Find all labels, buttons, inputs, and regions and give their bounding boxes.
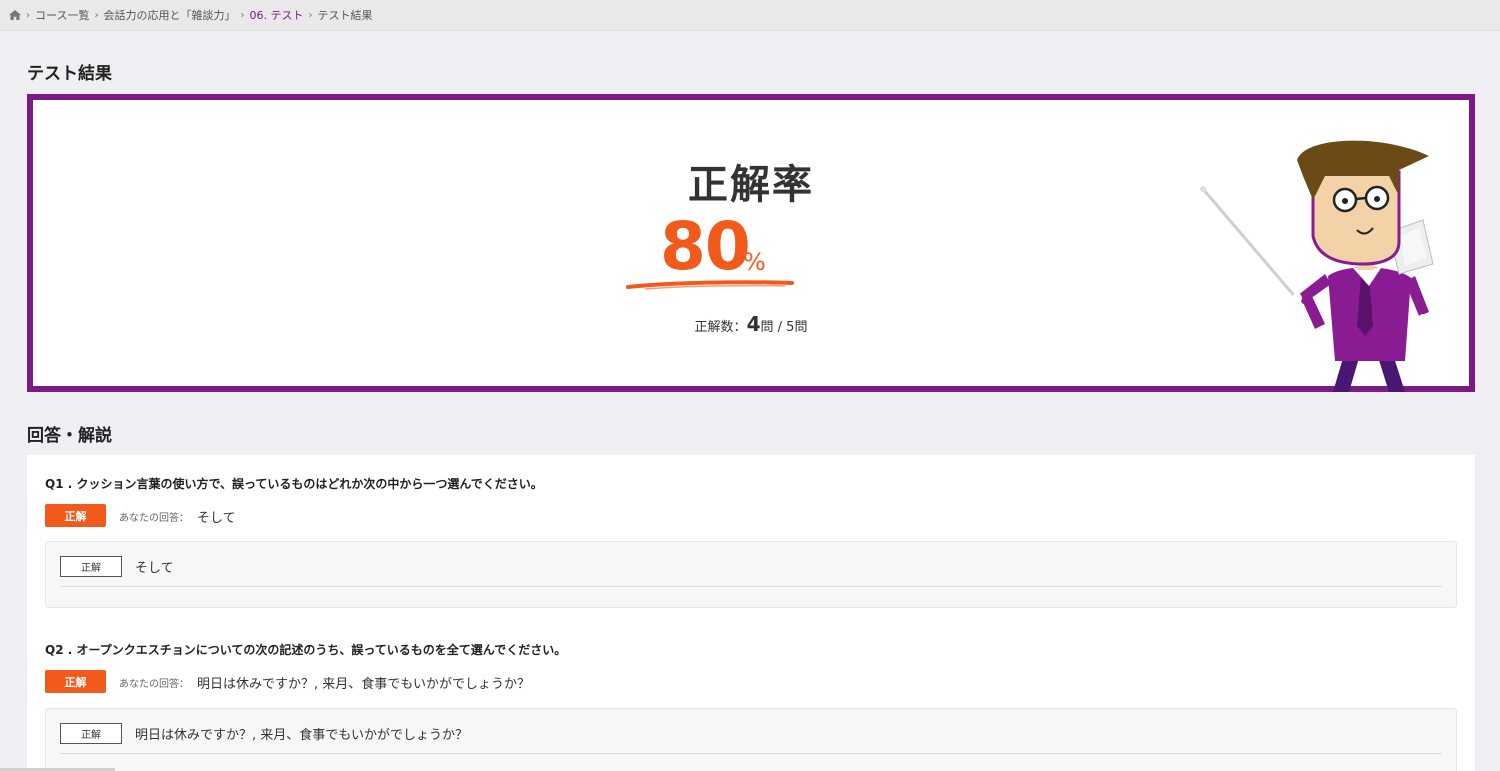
- breadcrumb: › コース一覧 › 会話力の応用と「雑談力」 › 06. テスト › テスト結果: [0, 0, 1500, 31]
- brush-underline: [626, 280, 794, 290]
- correct-badge: 正解: [45, 504, 106, 527]
- chevron-right-icon: ›: [240, 9, 245, 21]
- count-label: 正解数：: [694, 320, 747, 335]
- correct-number: 4: [746, 312, 761, 336]
- breadcrumb-test[interactable]: 06. テスト: [249, 7, 303, 23]
- correct-answer-tag: 正解: [60, 723, 122, 744]
- breadcrumb-course-list[interactable]: コース一覧: [35, 7, 89, 23]
- correct-answer-text: そして: [135, 561, 174, 576]
- question-text: Q1 . クッション言葉の使い方で、誤っているものはどれか次の中から一つ選んでく…: [45, 477, 543, 491]
- section-title: 回答・解説: [27, 426, 112, 446]
- home-icon[interactable]: [9, 10, 21, 20]
- correct-answer-tag: 正解: [60, 556, 122, 577]
- count-separator: /: [777, 320, 783, 335]
- answer-explanation-box: 正解 明日は休みですか？, 来月、食事でもいかがでしょうか？: [45, 708, 1457, 771]
- divider: [60, 586, 1442, 587]
- your-answer-value: 明日は休みですか？, 来月、食事でもいかがでしょうか？: [197, 677, 531, 692]
- teacher-illustration: [1200, 140, 1434, 392]
- correct-answer-text: 明日は休みですか？, 来月、食事でもいかがでしょうか？: [135, 728, 469, 743]
- result-summary-card: 正解率 80 % 正解数：4問 / 5問: [27, 94, 1475, 392]
- total-count: 5問: [786, 320, 808, 335]
- breadcrumb-course[interactable]: 会話力の応用と「雑談力」: [103, 7, 235, 23]
- chevron-right-icon: ›: [26, 9, 30, 21]
- your-answer-value: そして: [197, 511, 236, 526]
- your-answer-label: あなたの回答：: [119, 513, 189, 524]
- breadcrumb-current: テスト結果: [317, 9, 373, 22]
- your-answer-label: あなたの回答：: [119, 679, 189, 690]
- chevron-right-icon: ›: [308, 9, 313, 21]
- answer-explanation-box: 正解 そして: [45, 541, 1457, 608]
- rate-unit: %: [743, 248, 766, 276]
- rate-value: 80: [660, 208, 751, 285]
- divider: [60, 753, 1442, 754]
- chevron-right-icon: ›: [94, 9, 99, 21]
- correct-badge: 正解: [45, 670, 106, 693]
- page-title: テスト結果: [27, 64, 112, 84]
- answers-panel: Q1 . クッション言葉の使い方で、誤っているものはどれか次の中から一つ選んでく…: [27, 455, 1475, 771]
- correct-unit: 問: [760, 320, 774, 335]
- question-text: Q2 . オープンクエスチョンについての次の記述のうち、誤っているものを全て選ん…: [45, 643, 567, 657]
